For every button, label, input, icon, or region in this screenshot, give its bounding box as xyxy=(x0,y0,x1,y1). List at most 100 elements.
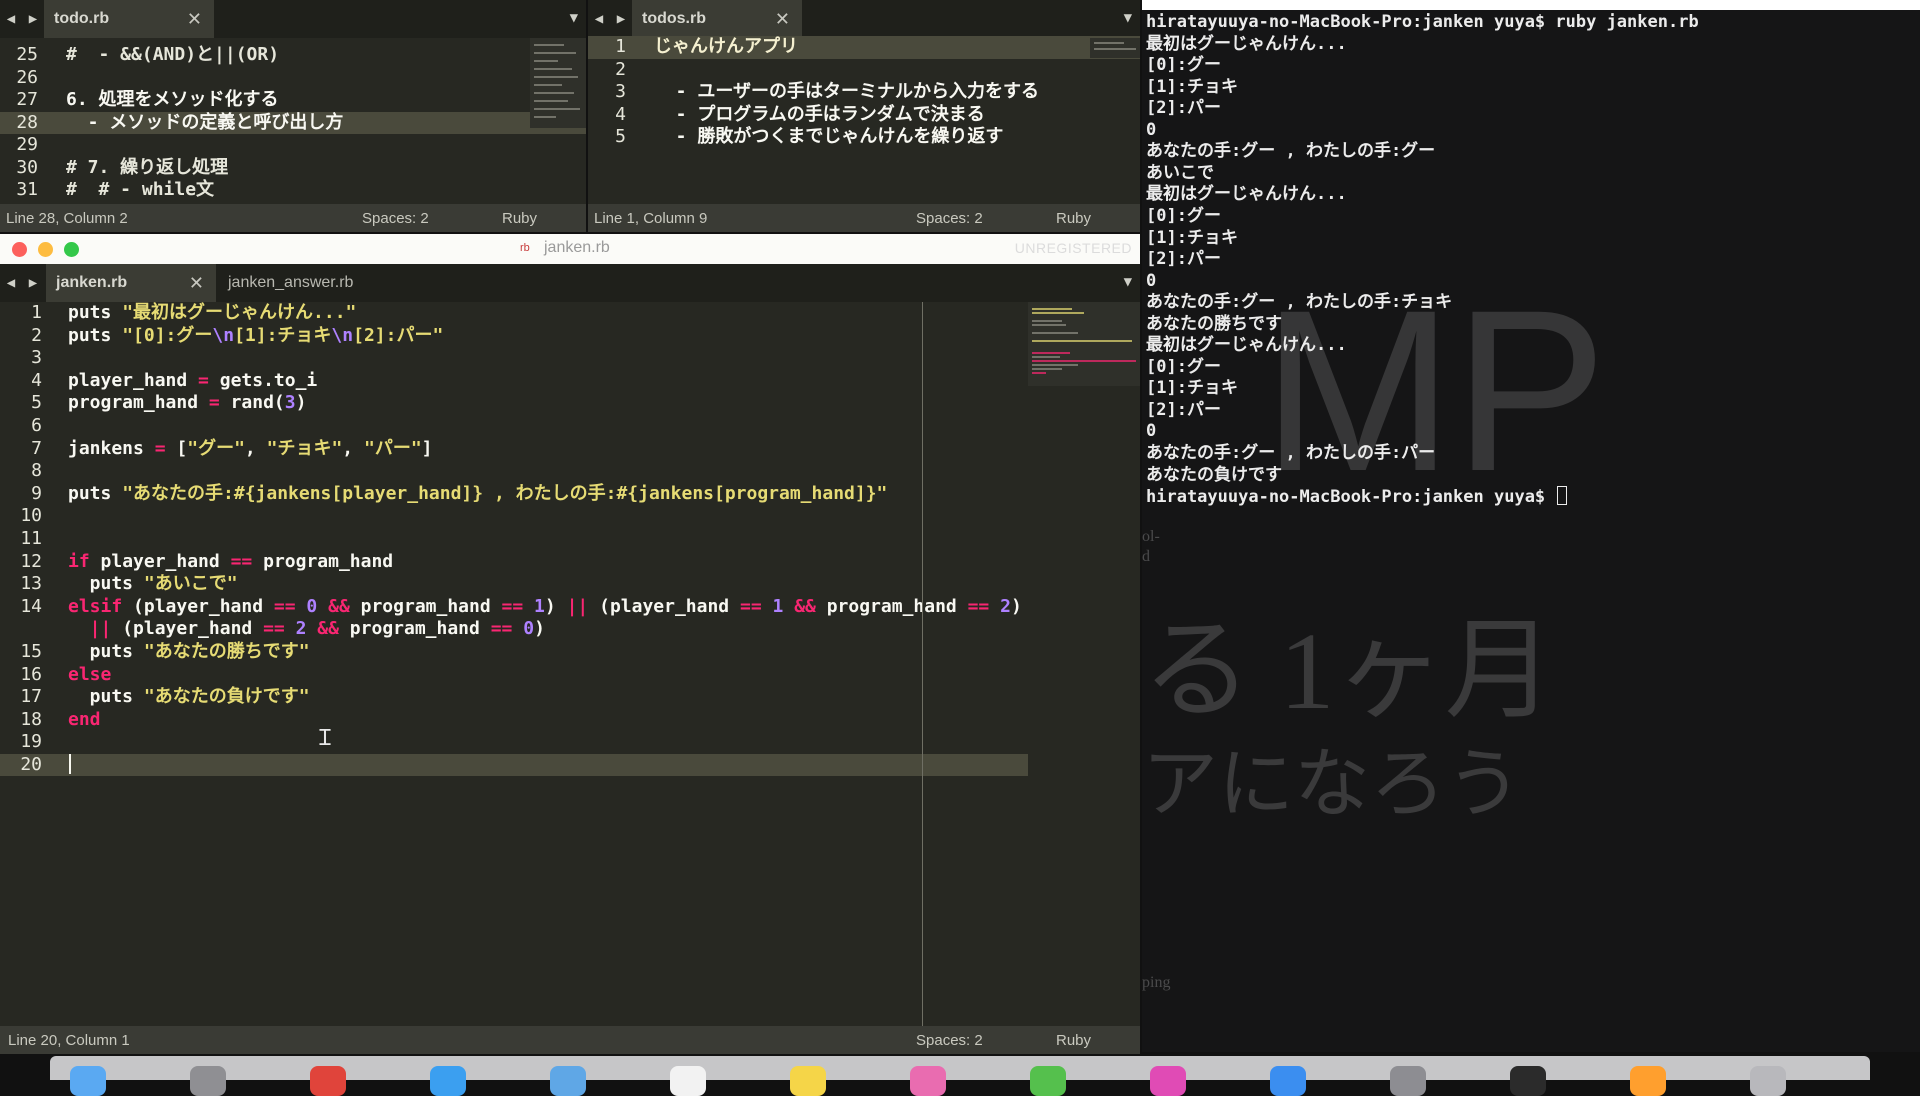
minimap[interactable] xyxy=(530,38,586,128)
zoom-window-button[interactable] xyxy=(64,242,79,257)
todos-tab-bar: ◀ ▶ todos.rb ✕ ▼ xyxy=(588,0,1140,38)
trash-icon[interactable] xyxy=(1750,1066,1786,1096)
code-token: puts xyxy=(68,686,144,708)
line-number: 2 xyxy=(31,324,42,346)
line-number: 14 xyxy=(20,595,42,617)
code-token: program_hand xyxy=(68,392,209,414)
janken-code-area[interactable]: 1 puts "最初はグーじゃんけん..." 2 puts "[0]:グー\n[1]:… xyxy=(0,302,1028,1026)
code-token: ] xyxy=(421,437,433,459)
wrap-guide xyxy=(922,302,923,1026)
status-bar: Line 20, Column 1 Spaces: 2 Ruby xyxy=(0,1026,1140,1054)
code-token: "パー" xyxy=(363,437,422,459)
arrow-right-icon[interactable]: ▶ xyxy=(617,11,625,27)
tab-nav-arrows[interactable]: ◀ ▶ xyxy=(588,0,632,38)
status-language[interactable]: Ruby xyxy=(502,210,537,227)
mail-icon[interactable] xyxy=(550,1066,586,1096)
arrow-left-icon[interactable]: ◀ xyxy=(7,275,15,291)
line-number: 30 xyxy=(16,156,38,178)
notes-icon[interactable] xyxy=(790,1066,826,1096)
chevron-down-icon[interactable]: ▼ xyxy=(570,10,578,26)
line-number: 13 xyxy=(20,573,42,595)
arrow-left-icon[interactable]: ◀ xyxy=(7,11,15,27)
code-token: && xyxy=(328,595,350,617)
tab-nav-arrows[interactable]: ◀ ▶ xyxy=(0,0,44,38)
tab-label: janken_answer.rb xyxy=(228,274,354,291)
status-position: Line 20, Column 1 xyxy=(8,1032,130,1049)
chevron-down-icon[interactable]: ▼ xyxy=(1124,10,1132,26)
close-icon[interactable]: ✕ xyxy=(775,9,790,30)
code-token: puts xyxy=(68,302,123,323)
code-token: == xyxy=(273,595,296,617)
sublime-icon[interactable] xyxy=(1630,1066,1666,1096)
code-token: jankens xyxy=(68,437,155,459)
code-line: 2 xyxy=(588,59,1140,82)
close-window-button[interactable] xyxy=(12,242,27,257)
line-number: 31 xyxy=(16,179,38,200)
code-token: elsif xyxy=(68,595,123,617)
minimap[interactable] xyxy=(1090,38,1140,58)
close-icon[interactable]: ✕ xyxy=(189,273,204,294)
terminal-icon[interactable] xyxy=(1510,1066,1546,1096)
code-token: [ xyxy=(165,437,188,459)
finder-icon[interactable] xyxy=(70,1066,106,1096)
app-store-icon[interactable] xyxy=(1270,1066,1306,1096)
line-number: 29 xyxy=(16,134,38,155)
line-text: - プログラムの手はランダムで決まる xyxy=(654,103,985,125)
code-token: "あいこで" xyxy=(143,573,238,595)
tab-label: todo.rb xyxy=(54,10,110,27)
calendar-icon[interactable] xyxy=(670,1066,706,1096)
chevron-down-icon[interactable]: ▼ xyxy=(1124,274,1132,290)
arrow-right-icon[interactable]: ▶ xyxy=(29,11,37,27)
status-language[interactable]: Ruby xyxy=(1056,210,1091,227)
itunes-icon[interactable] xyxy=(1150,1066,1186,1096)
line-number: 27 xyxy=(16,89,38,110)
tab-todos-rb[interactable]: todos.rb ✕ xyxy=(632,0,802,38)
status-spaces[interactable]: Spaces: 2 xyxy=(916,1032,983,1049)
code-token: (player_hand xyxy=(111,618,264,640)
arrow-left-icon[interactable]: ◀ xyxy=(595,11,603,27)
line-text: - ユーザーの手はターミナルから入力をする xyxy=(654,81,1039,102)
todos-code-area[interactable]: 1 じゃんけんアプリ 2 3 - ユーザーの手はターミナルから入力をする 4 - プログ… xyxy=(588,36,1140,149)
arrow-right-icon[interactable]: ▶ xyxy=(29,275,37,291)
code-token: = xyxy=(208,392,220,414)
tab-janken-rb[interactable]: janken.rb ✕ xyxy=(46,264,216,302)
code-line: 27 6. 処理をメソッド化する xyxy=(0,89,586,112)
code-line: 26 xyxy=(0,67,586,90)
code-token: else xyxy=(68,663,112,685)
preferences-icon[interactable] xyxy=(1390,1066,1426,1096)
terminal-prompt[interactable]: hiratayuuya-no-MacBook-Pro:janken yuya$ xyxy=(1146,486,1568,508)
chrome-icon[interactable] xyxy=(310,1066,346,1096)
status-spaces[interactable]: Spaces: 2 xyxy=(916,210,983,227)
code-line: 29 xyxy=(0,134,586,157)
tab-todo-rb[interactable]: todo.rb ✕ xyxy=(44,0,214,38)
window-title-bar[interactable]: rb janken.rb UNREGISTERED xyxy=(0,234,1140,264)
code-line: 7 jankens = ["グー", "チョキ", "パー"] xyxy=(0,438,1028,461)
tab-janken-answer-rb[interactable]: janken_answer.rb xyxy=(218,264,418,302)
code-token: program_hand xyxy=(815,595,968,617)
tab-nav-arrows[interactable]: ◀ ▶ xyxy=(0,264,44,302)
minimize-window-button[interactable] xyxy=(38,242,53,257)
launchpad-icon[interactable] xyxy=(190,1066,226,1096)
messages-icon[interactable] xyxy=(1030,1066,1066,1096)
code-line: 13 puts "あいこで" xyxy=(0,573,1028,596)
photos-icon[interactable] xyxy=(910,1066,946,1096)
terminal-line: [2]:パー xyxy=(1146,249,1221,270)
terminal-line: 0 xyxy=(1146,270,1157,291)
todos-editor-pane: ◀ ▶ todos.rb ✕ ▼ 1 じゃんけんアプリ 2 3 - ユーザーの手はターミ… xyxy=(588,0,1140,232)
code-line: 3 xyxy=(0,347,1028,370)
todo-code-area[interactable]: 25 # - &&(AND)と||(OR) 26 27 6. 処理をメソッド化する 28 … xyxy=(0,44,586,202)
close-icon[interactable]: ✕ xyxy=(187,9,202,30)
code-token: puts xyxy=(68,573,144,595)
status-language[interactable]: Ruby xyxy=(1056,1032,1091,1049)
code-token: [2]:パー" xyxy=(353,324,444,346)
line-text: end xyxy=(68,709,101,732)
line-number: 25 xyxy=(16,44,38,65)
safari-icon[interactable] xyxy=(430,1066,466,1096)
code-token: "あなたの勝ちです" xyxy=(143,640,310,662)
terminal-window[interactable]: MP る 1ヶ月 アになろう ol- d ping hiratayuuya-no… xyxy=(1142,0,1920,1052)
status-bar: Line 1, Column 9 Spaces: 2 Ruby xyxy=(588,204,1140,232)
line-number: 1 xyxy=(31,302,42,323)
minimap[interactable] xyxy=(1028,302,1140,386)
status-spaces[interactable]: Spaces: 2 xyxy=(362,210,429,227)
line-number: 26 xyxy=(16,66,38,88)
